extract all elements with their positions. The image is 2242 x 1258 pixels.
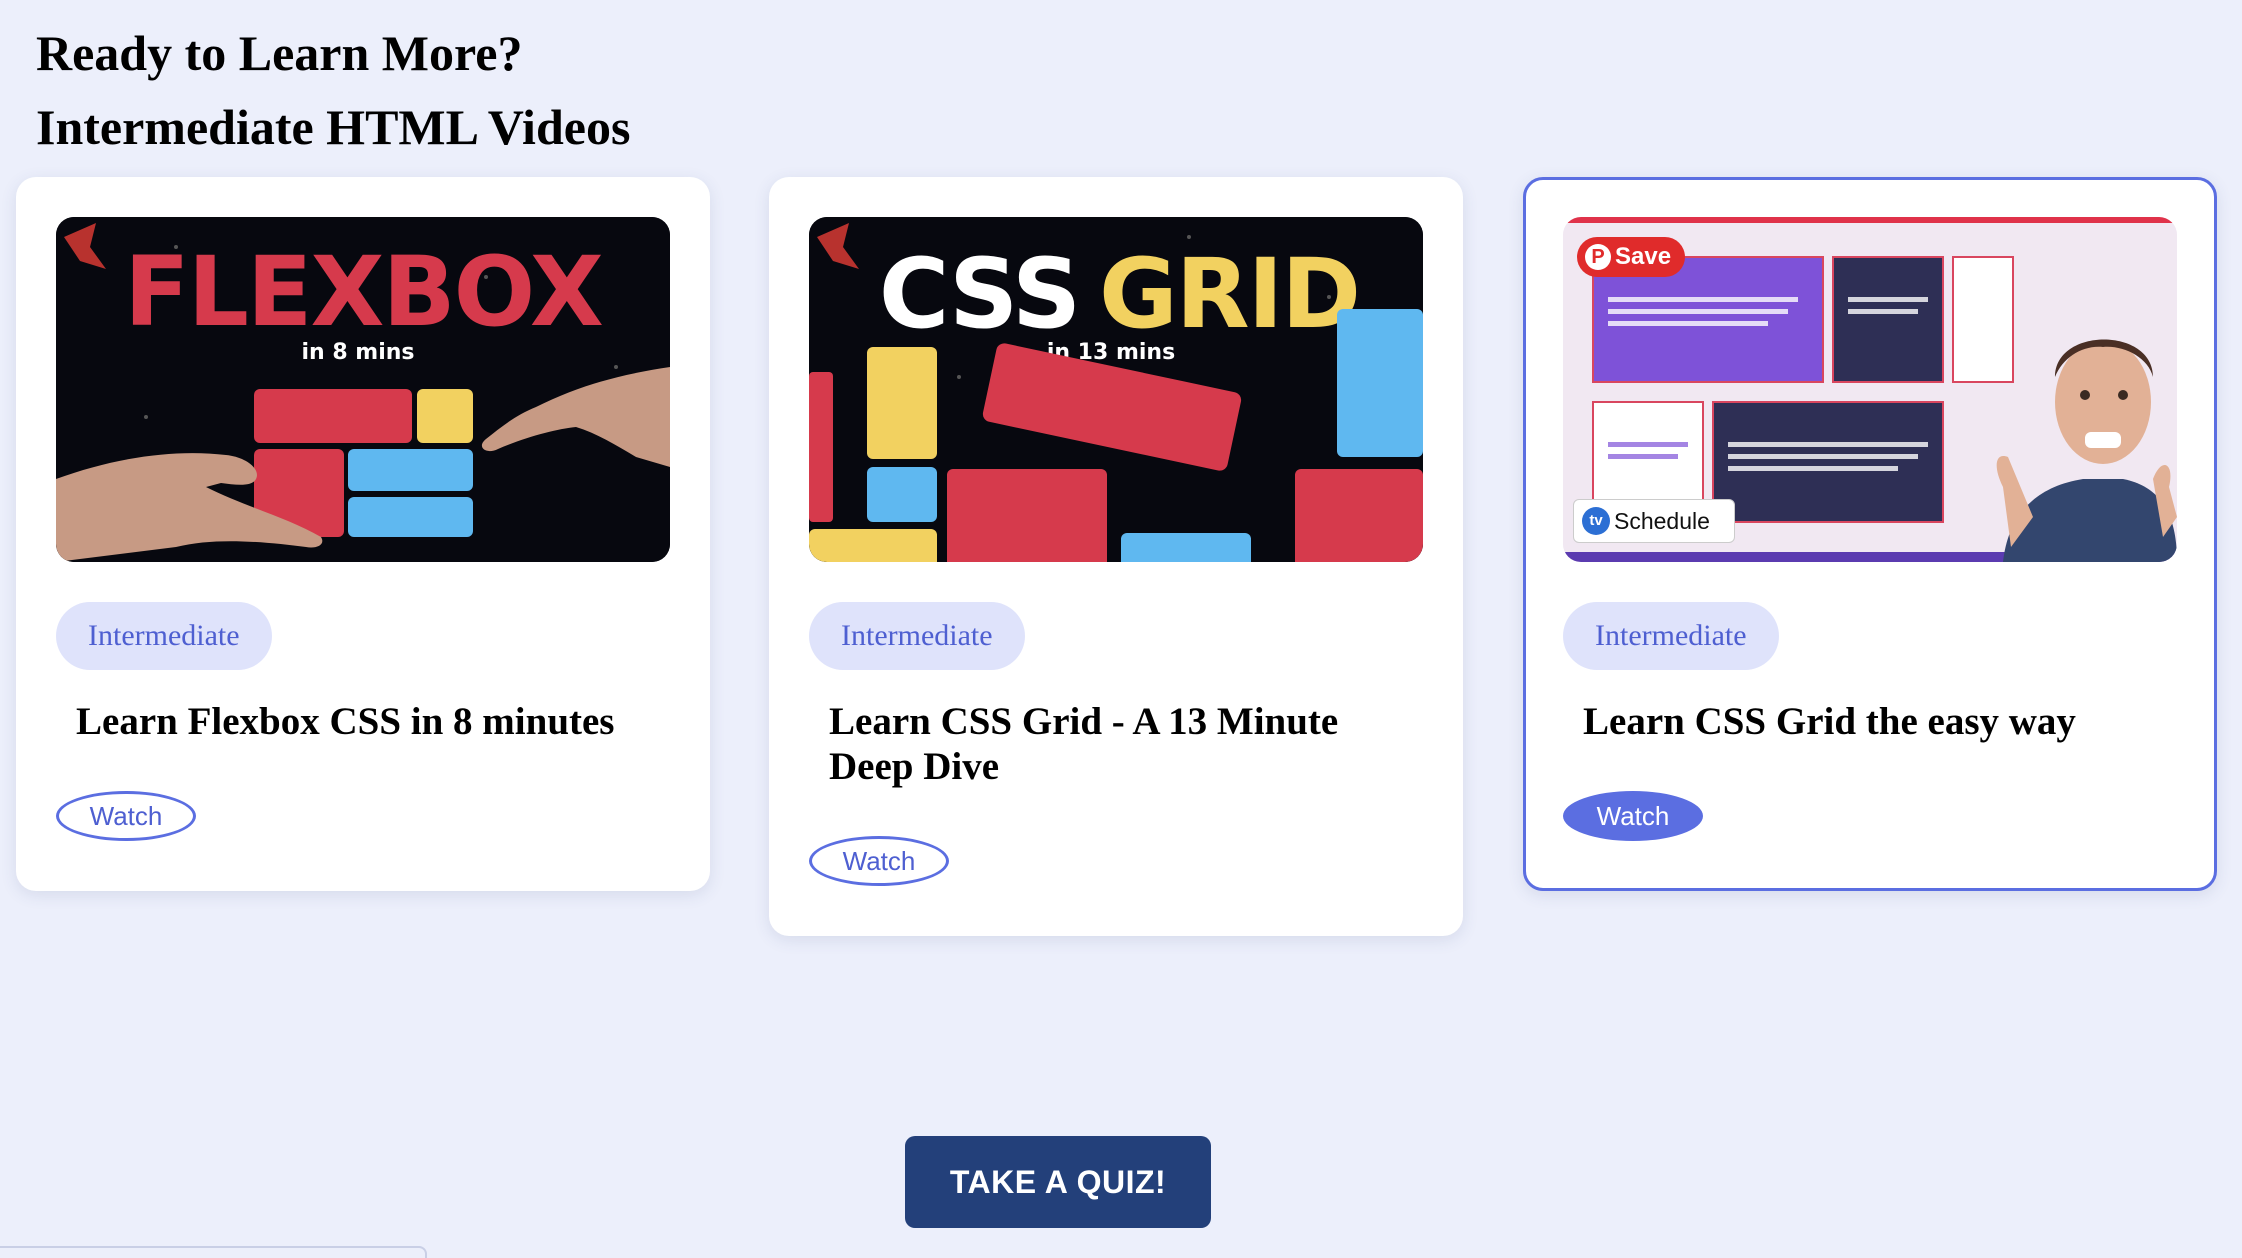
css-grid-thumbnail-art: CSS GRID in 13 mins (809, 217, 1423, 562)
video-title: Learn CSS Grid the easy way (1583, 700, 2076, 743)
section-heading: Intermediate HTML Videos (36, 99, 631, 155)
pinterest-icon: P (1585, 244, 1611, 270)
thumb-headline-grid: GRID (1099, 238, 1359, 350)
video-title: Learn CSS Grid - A 13 Minute Deep Dive (829, 700, 1339, 788)
video-title: Learn Flexbox CSS in 8 minutes (76, 700, 615, 743)
video-card-css-grid: CSS GRID in 13 mins Intermediate Learn C… (769, 177, 1463, 936)
thumb-caption: in 8 mins (301, 340, 414, 365)
save-label: Save (1615, 243, 1672, 270)
page-title: Ready to Learn More? (36, 25, 523, 81)
horizontal-scrollbar[interactable] (0, 1246, 427, 1258)
flexbox-thumbnail-art: FLEXBOX in 8 mins (56, 217, 670, 562)
video-card-flexbox: FLEXBOX in 8 mins Intermediate Learn Fle… (16, 177, 710, 891)
pinterest-save-button[interactable]: P Save (1577, 237, 1685, 277)
level-badge: Intermediate (1563, 602, 1779, 670)
video-thumbnail[interactable]: CSS GRID in 13 mins (809, 217, 1423, 562)
level-badge: Intermediate (56, 602, 272, 670)
schedule-logo-icon: tv (1582, 507, 1610, 535)
video-thumbnail[interactable]: P Save tv Schedule (1563, 217, 2177, 562)
schedule-button[interactable]: tv Schedule (1573, 499, 1735, 543)
video-card-css-grid-easy: P Save tv Schedule Intermediate Learn CSS … (1523, 177, 2217, 891)
level-badge: Intermediate (809, 602, 1025, 670)
watch-button[interactable]: Watch (1563, 791, 1703, 841)
thumb-headline-css: CSS (879, 238, 1079, 350)
take-quiz-button[interactable]: TAKE A QUIZ! (905, 1136, 1211, 1228)
watch-button[interactable]: Watch (56, 791, 196, 841)
watch-button[interactable]: Watch (809, 836, 949, 886)
thumb-headline: FLEXBOX (124, 236, 603, 348)
video-thumbnail[interactable]: FLEXBOX in 8 mins (56, 217, 670, 562)
schedule-label: Schedule (1614, 508, 1710, 534)
